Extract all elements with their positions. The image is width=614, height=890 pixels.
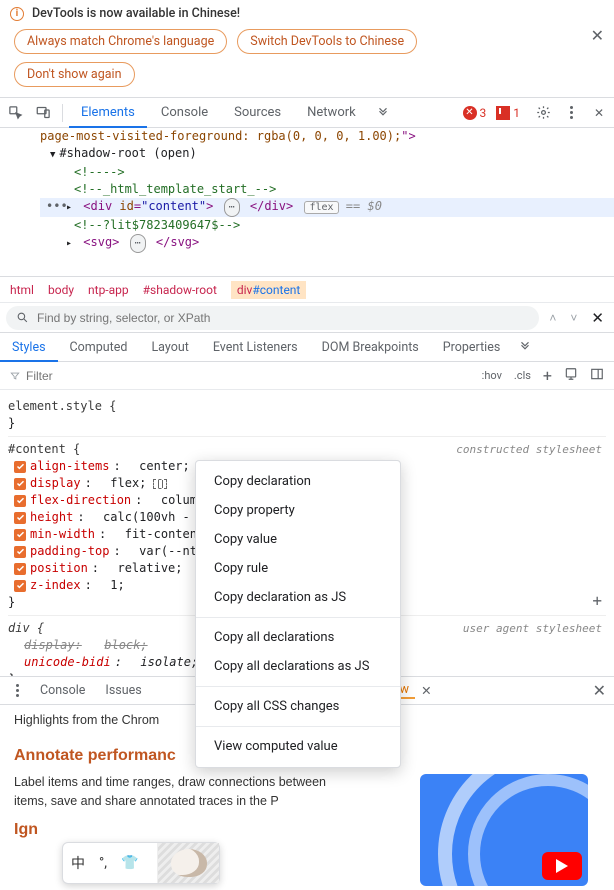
close-icon[interactable]: ✕ bbox=[591, 26, 604, 45]
add-declaration-icon[interactable]: + bbox=[592, 592, 602, 609]
styles-tabstrip: Styles Computed Layout Event Listeners D… bbox=[0, 332, 614, 362]
search-next-icon[interactable]: ˅ bbox=[566, 309, 581, 327]
breadcrumb: html body ntp-app #shadow-root div#conte… bbox=[0, 276, 614, 302]
search-icon bbox=[16, 311, 29, 324]
youtube-play-icon[interactable] bbox=[542, 852, 582, 855]
checkbox-icon[interactable] bbox=[14, 461, 26, 473]
flex-editor-icon[interactable] bbox=[153, 479, 167, 489]
new-rule-icon[interactable]: + bbox=[537, 366, 558, 385]
drawer-kebab-icon[interactable] bbox=[4, 679, 30, 703]
dom-tree[interactable]: page-most-visited-foreground: rgba(0, 0,… bbox=[0, 128, 614, 276]
promo-video-thumbnail[interactable] bbox=[420, 774, 588, 855]
inspect-icon[interactable] bbox=[2, 101, 28, 125]
crumb-html[interactable]: html bbox=[10, 283, 34, 297]
checkbox-icon[interactable] bbox=[14, 563, 26, 575]
styles-filter-bar: :hov .cls + bbox=[0, 362, 614, 390]
close-drawer-icon[interactable]: ✕ bbox=[593, 681, 606, 700]
issues-icon[interactable] bbox=[496, 106, 510, 120]
hov-toggle[interactable]: :hov bbox=[476, 369, 508, 382]
ctx-copy-declaration-js[interactable]: Copy declaration as JS bbox=[196, 583, 400, 612]
crumb-ntp-app[interactable]: ntp-app bbox=[88, 283, 129, 297]
close-devtools-icon[interactable]: ✕ bbox=[586, 101, 612, 125]
error-count[interactable]: 3 bbox=[480, 106, 487, 120]
switch-language-button[interactable]: Switch DevTools to Chinese bbox=[237, 29, 417, 54]
device-icon[interactable] bbox=[558, 367, 584, 384]
stylesheet-origin[interactable]: constructed stylesheet bbox=[456, 441, 602, 458]
search-prev-icon[interactable]: ˄ bbox=[545, 309, 560, 327]
subtab-event-listeners[interactable]: Event Listeners bbox=[201, 332, 310, 362]
ctx-copy-value[interactable]: Copy value bbox=[196, 525, 400, 554]
expand-marker[interactable]: ⋯ bbox=[130, 234, 146, 253]
expand-marker[interactable]: ⋯ bbox=[224, 198, 240, 217]
infobar-title: DevTools is now available in Chinese! bbox=[32, 6, 240, 21]
ime-punct-button[interactable]: °, bbox=[99, 855, 107, 871]
ime-toolbar[interactable]: 中 °, 👕 bbox=[62, 842, 220, 884]
crumb-body[interactable]: body bbox=[48, 283, 74, 297]
shadow-root[interactable]: #shadow-root (open) bbox=[59, 146, 196, 160]
tab-sources[interactable]: Sources bbox=[222, 98, 293, 128]
comment-node: <!--_html_template_start_--> bbox=[40, 181, 614, 198]
search-close-icon[interactable]: ✕ bbox=[587, 307, 608, 329]
ime-emoji-button[interactable]: 👕 bbox=[121, 855, 138, 871]
whatsnew-article-body: Label items and time ranges, draw connec… bbox=[14, 773, 334, 811]
match-language-button[interactable]: Always match Chrome's language bbox=[14, 29, 227, 54]
checkbox-icon[interactable] bbox=[14, 512, 26, 524]
checkbox-icon[interactable] bbox=[14, 546, 26, 558]
checkbox-icon[interactable] bbox=[14, 478, 26, 490]
settings-icon[interactable] bbox=[530, 101, 556, 125]
ctx-copy-all-declarations[interactable]: Copy all declarations bbox=[196, 623, 400, 652]
selected-indicator: == $0 bbox=[346, 199, 382, 213]
drawer-tab-issues[interactable]: Issues bbox=[95, 677, 151, 705]
line-actions-icon[interactable]: ••• bbox=[46, 198, 68, 215]
issues-count[interactable]: 1 bbox=[513, 106, 520, 120]
ctx-copy-all-css-changes[interactable]: Copy all CSS changes bbox=[196, 692, 400, 721]
device-toggle-icon[interactable] bbox=[30, 101, 56, 125]
ime-thumbnail[interactable] bbox=[157, 843, 219, 883]
tab-elements[interactable]: Elements bbox=[69, 98, 147, 128]
filter-icon bbox=[10, 371, 20, 381]
kebab-menu-icon[interactable] bbox=[558, 101, 584, 125]
close-tab-icon[interactable]: ✕ bbox=[421, 683, 431, 699]
ctx-copy-rule[interactable]: Copy rule bbox=[196, 554, 400, 583]
filter-input[interactable] bbox=[26, 369, 476, 383]
subtab-styles[interactable]: Styles bbox=[0, 332, 58, 362]
main-toolbar: Elements Console Sources Network ✕ 3 1 ✕ bbox=[0, 98, 614, 128]
flex-badge[interactable]: flex bbox=[304, 201, 338, 214]
ctx-view-computed-value[interactable]: View computed value bbox=[196, 732, 400, 761]
subtab-properties[interactable]: Properties bbox=[431, 332, 513, 362]
toggle-sidebar-icon[interactable] bbox=[584, 367, 610, 384]
stylesheet-origin: user agent stylesheet bbox=[463, 620, 602, 637]
subtab-layout[interactable]: Layout bbox=[139, 332, 200, 362]
checkbox-icon[interactable] bbox=[14, 495, 26, 507]
checkbox-icon[interactable] bbox=[14, 580, 26, 592]
tab-console[interactable]: Console bbox=[149, 98, 220, 128]
crumb-div-content[interactable]: div#content bbox=[231, 281, 306, 299]
tab-network[interactable]: Network bbox=[295, 98, 368, 128]
comment-node: <!----> bbox=[40, 164, 614, 181]
error-icon[interactable]: ✕ bbox=[463, 106, 477, 120]
dom-attr: page-most-visited-foreground: rgba(0, 0,… bbox=[40, 129, 401, 143]
rule-selector[interactable]: element.style { bbox=[8, 398, 606, 415]
dom-search-bar: ˄ ˅ ✕ bbox=[0, 302, 614, 332]
ime-lang-button[interactable]: 中 bbox=[71, 853, 85, 873]
dont-show-again-button[interactable]: Don't show again bbox=[14, 62, 135, 87]
info-icon: i bbox=[10, 7, 24, 21]
subtab-dom-breakpoints[interactable]: DOM Breakpoints bbox=[310, 332, 431, 362]
subtab-computed[interactable]: Computed bbox=[58, 332, 140, 362]
crumb-shadow-root[interactable]: #shadow-root bbox=[143, 283, 217, 297]
checkbox-icon[interactable] bbox=[14, 529, 26, 541]
ctx-copy-declaration[interactable]: Copy declaration bbox=[196, 467, 400, 496]
context-menu: Copy declaration Copy property Copy valu… bbox=[195, 460, 401, 768]
language-infobar: i DevTools is now available in Chinese! … bbox=[0, 0, 614, 98]
ctx-copy-all-declarations-js[interactable]: Copy all declarations as JS bbox=[196, 652, 400, 681]
cls-toggle[interactable]: .cls bbox=[508, 369, 537, 382]
drawer-tab-console[interactable]: Console bbox=[30, 677, 95, 705]
more-subtabs-icon[interactable] bbox=[512, 332, 538, 362]
more-tabs-icon[interactable] bbox=[370, 101, 396, 125]
search-input[interactable] bbox=[37, 311, 529, 325]
ctx-copy-property[interactable]: Copy property bbox=[196, 496, 400, 525]
comment-node: <!--?lit$7823409647$--> bbox=[40, 217, 614, 234]
